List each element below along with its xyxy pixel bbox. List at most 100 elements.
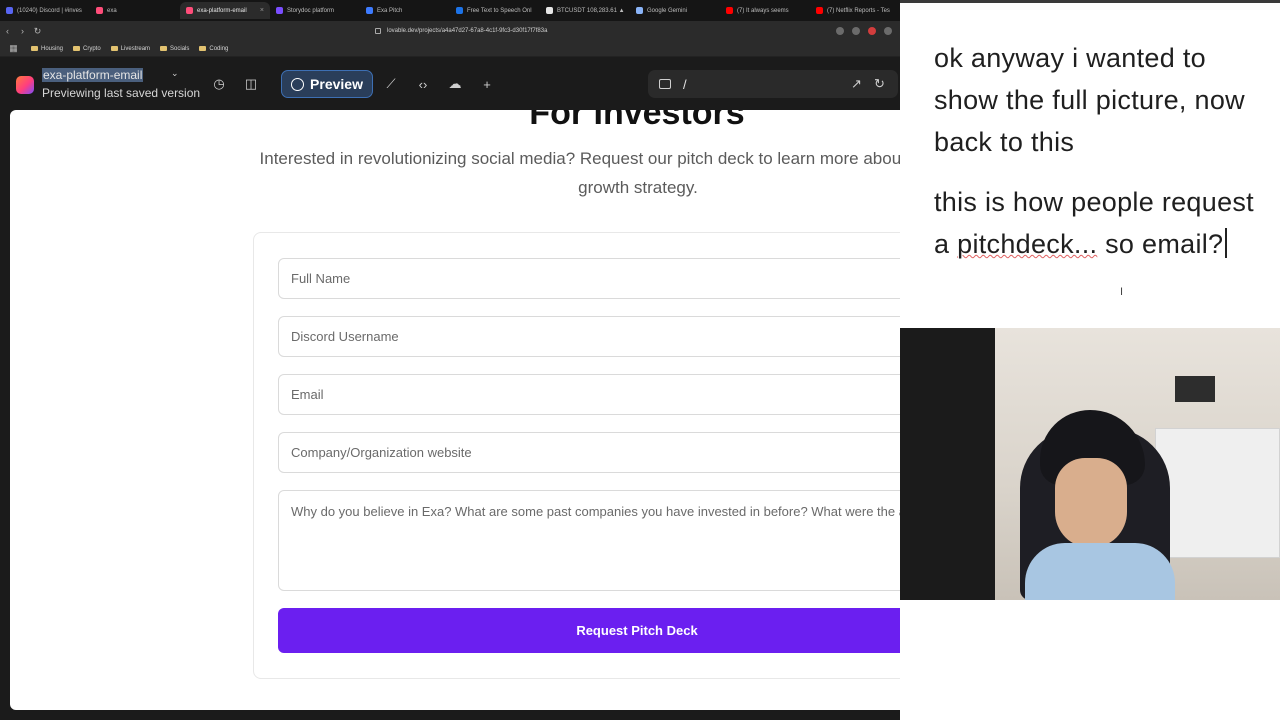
browser-tab[interactable]: (10240) Discord | #inves bbox=[0, 2, 90, 19]
browser-tab[interactable]: (7) Netflix Reports - Tes bbox=[810, 2, 900, 19]
bookmark-crypto[interactable]: Crypto bbox=[73, 46, 101, 52]
tab-label: (7) Netflix Reports - Tes bbox=[827, 7, 890, 14]
browser-tab[interactable]: Google Gemini bbox=[630, 2, 720, 19]
browser-tab[interactable]: Exa Pitch bbox=[360, 2, 450, 19]
investment-message-textarea[interactable] bbox=[278, 490, 900, 591]
text-cursor-icon: I bbox=[1120, 286, 1124, 298]
tab-label: exa-platform-email bbox=[197, 7, 247, 14]
browser-tab[interactable]: Free Text to Speech Onl bbox=[450, 2, 540, 19]
folder-icon bbox=[110, 46, 118, 51]
note-line-2: this is how people request a pitchdeck..… bbox=[934, 181, 1264, 265]
tab-favicon-icon bbox=[726, 7, 733, 14]
back-icon[interactable]: ‹ bbox=[0, 26, 15, 36]
tab-label: Free Text to Speech Onl bbox=[467, 7, 532, 14]
tab-bar: (10240) Discord | #inves exa exa-platform-… bbox=[0, 0, 900, 21]
background-cabinet bbox=[1155, 428, 1280, 558]
text-caret bbox=[1225, 228, 1227, 258]
forward-icon[interactable]: › bbox=[15, 26, 30, 36]
history-icon[interactable]: ◷ bbox=[205, 70, 233, 98]
preview-button[interactable]: Preview bbox=[281, 70, 373, 98]
bookmark-label: Livestream bbox=[120, 45, 151, 52]
tab-favicon-icon bbox=[186, 7, 193, 14]
tab-label: (7) It always seems bbox=[737, 7, 789, 14]
search-icon[interactable] bbox=[836, 27, 844, 35]
discord-username-input[interactable] bbox=[278, 316, 900, 357]
address-bar-actions bbox=[836, 27, 900, 35]
folder-icon bbox=[199, 46, 207, 51]
notes-panel[interactable]: ok anyway i wanted to show the full pict… bbox=[900, 0, 1280, 328]
background-area bbox=[900, 600, 1280, 720]
browser-tab[interactable]: (7) It always seems bbox=[720, 2, 810, 19]
folder-icon bbox=[73, 46, 81, 51]
extension-icon[interactable] bbox=[868, 27, 876, 35]
webcam-feed bbox=[900, 328, 1280, 600]
device-icon[interactable] bbox=[659, 79, 671, 89]
bookmark-coding[interactable]: Coding bbox=[199, 46, 228, 52]
bookmark-label: Crypto bbox=[83, 45, 101, 52]
browser-tab[interactable]: exa bbox=[90, 2, 180, 19]
misspelled-word: pitchdeck... bbox=[957, 229, 1098, 259]
site-info-icon[interactable] bbox=[375, 28, 381, 34]
page-subtitle: Interested in revolutionizing social med… bbox=[259, 149, 900, 197]
tab-favicon-icon bbox=[276, 7, 283, 14]
person-shirt bbox=[1025, 543, 1175, 600]
browser-window: (10240) Discord | #inves exa exa-platform-… bbox=[0, 0, 900, 720]
browser-tab[interactable]: exa-platform-email × bbox=[180, 2, 270, 19]
lovable-logo-icon[interactable] bbox=[16, 76, 34, 94]
background-monitor bbox=[1175, 376, 1215, 402]
add-icon[interactable]: + bbox=[473, 70, 501, 98]
folder-icon bbox=[160, 46, 168, 51]
apps-grid-icon[interactable]: ▦ bbox=[6, 43, 21, 54]
menu-icon[interactable] bbox=[884, 27, 892, 35]
analytics-icon[interactable]: ⟋ bbox=[377, 70, 405, 98]
folder-icon bbox=[31, 46, 38, 51]
bookmark-label: Housing bbox=[41, 45, 64, 52]
request-pitch-deck-button[interactable]: Request Pitch Deck bbox=[278, 608, 900, 653]
code-icon[interactable]: ‹› bbox=[409, 70, 437, 98]
tab-label: Google Gemini bbox=[647, 7, 688, 14]
tab-label: Storydoc platform bbox=[287, 7, 335, 14]
reload-icon[interactable]: ↻ bbox=[30, 26, 45, 37]
browser-tab[interactable]: BTCUSDT 108,283.61 ▲ bbox=[540, 2, 630, 19]
chevron-down-icon[interactable]: ⌄ bbox=[171, 68, 179, 79]
sidebar-toggle-icon[interactable]: ◫ bbox=[237, 70, 265, 98]
screen: (10240) Discord | #inves exa exa-platform-… bbox=[0, 0, 1280, 720]
cloud-icon[interactable]: ☁ bbox=[441, 70, 469, 98]
bookmark-housing[interactable]: Housing bbox=[31, 46, 63, 52]
open-external-icon[interactable]: ↗ bbox=[851, 76, 862, 92]
route-path: / bbox=[683, 76, 687, 92]
website-input[interactable] bbox=[278, 432, 900, 473]
tab-favicon-icon bbox=[96, 7, 103, 14]
tab-label: exa bbox=[107, 7, 117, 14]
tab-favicon-icon bbox=[816, 7, 823, 14]
tab-label: Exa Pitch bbox=[377, 7, 403, 14]
url-text: lovable.dev/projects/a4a47d27-67a8-4c1f-… bbox=[387, 28, 548, 34]
page-title: For Investors bbox=[529, 110, 745, 132]
bookmark-label: Coding bbox=[209, 45, 229, 52]
refresh-icon[interactable]: ↻ bbox=[874, 76, 885, 92]
tab-favicon-icon bbox=[366, 7, 373, 14]
preview-button-label: Preview bbox=[310, 76, 363, 92]
bookmark-label: Socials bbox=[170, 45, 190, 52]
person-face bbox=[1055, 458, 1127, 548]
full-name-input[interactable] bbox=[278, 258, 900, 299]
bookmark-livestream[interactable]: Livestream bbox=[110, 45, 151, 52]
browser-tab[interactable]: Storydoc platform bbox=[270, 2, 360, 19]
email-input[interactable] bbox=[278, 374, 900, 415]
lovable-toolbar: exa-platform-email ⌄ Previewing last sav… bbox=[0, 58, 900, 110]
url-field[interactable]: lovable.dev/projects/a4a47d27-67a8-4c1f-… bbox=[375, 28, 547, 34]
address-bar: ‹ › ↻ lovable.dev/projects/a4a47d27-67a8… bbox=[0, 21, 900, 41]
tab-favicon-icon bbox=[636, 7, 643, 14]
project-name[interactable]: exa-platform-email bbox=[42, 68, 144, 82]
preview-frame: For Investors Interested in revolutioniz… bbox=[10, 110, 900, 710]
bookmark-star-icon[interactable] bbox=[852, 27, 860, 35]
bookmarks-bar: ▦ Housing Crypto Livestream Socials Codi… bbox=[0, 41, 900, 57]
close-tab-icon[interactable]: × bbox=[260, 7, 264, 14]
tab-label: (10240) Discord | #inves bbox=[17, 7, 82, 14]
preview-status: Previewing last saved version bbox=[42, 86, 201, 100]
tab-label: BTCUSDT 108,283.61 ▲ bbox=[557, 7, 625, 14]
route-selector[interactable]: / ↗ ↻ bbox=[648, 70, 898, 98]
tab-favicon-icon bbox=[456, 7, 463, 14]
bookmark-socials[interactable]: Socials bbox=[160, 46, 189, 52]
tab-favicon-icon bbox=[546, 7, 553, 14]
